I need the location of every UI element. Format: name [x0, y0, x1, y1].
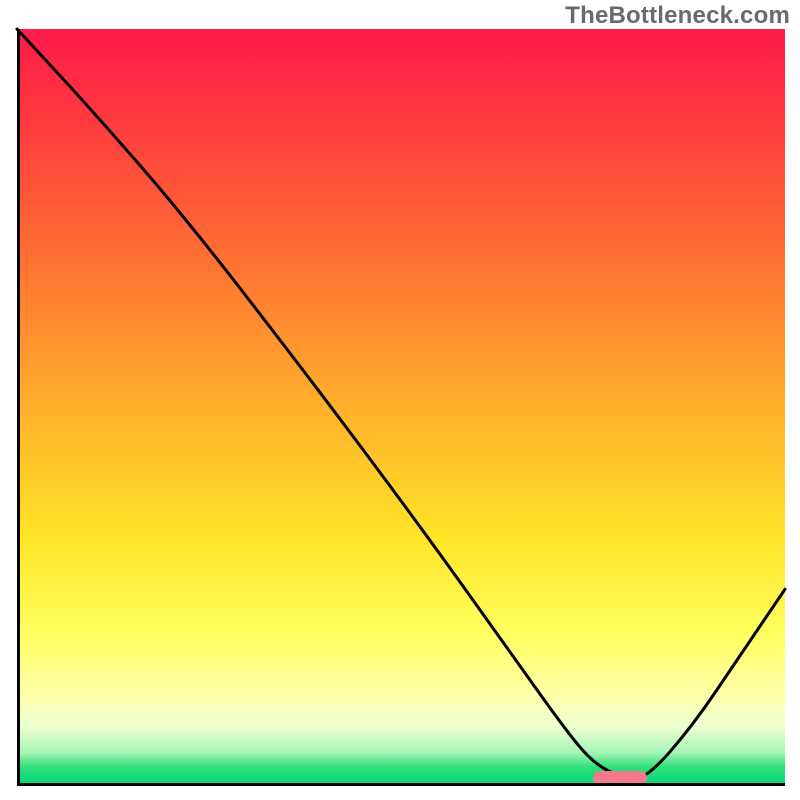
watermark-text: TheBottleneck.com [565, 2, 790, 30]
plot-area [17, 29, 785, 786]
chart-container: TheBottleneck.com [0, 0, 800, 800]
optimal-marker [593, 771, 647, 785]
bottleneck-curve [17, 29, 785, 786]
